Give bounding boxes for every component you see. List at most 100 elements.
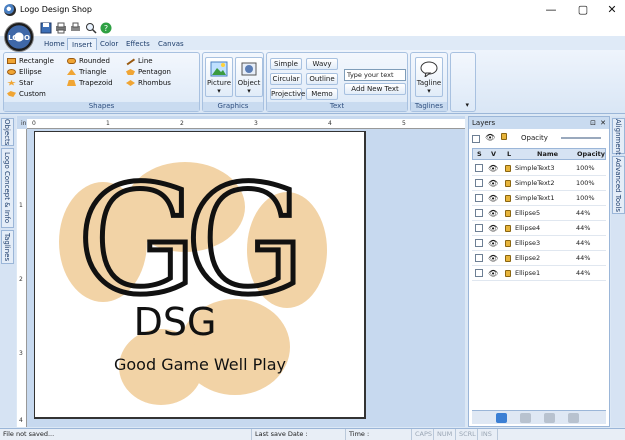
layer-select-checkbox[interactable]: [475, 269, 483, 277]
visibility-eye-icon[interactable]: 👁: [488, 266, 498, 281]
select-all-checkbox[interactable]: [472, 135, 480, 143]
memo-text-button[interactable]: Memo: [306, 88, 338, 100]
layers-title: Layers: [472, 119, 496, 127]
projective-text-button[interactable]: Projective: [270, 88, 305, 100]
table-row[interactable]: 👁 Ellipse1 44%: [472, 266, 606, 281]
visibility-eye-icon[interactable]: 👁: [488, 206, 498, 221]
zoom-icon[interactable]: [85, 22, 97, 34]
layer-opacity: 100%: [576, 179, 595, 187]
window-title: Logo Design Shop: [20, 5, 93, 14]
layer-lock-icon[interactable]: [505, 270, 511, 277]
side-tab-alignment[interactable]: Alignment: [612, 118, 625, 155]
visibility-eye-icon[interactable]: 👁: [488, 251, 498, 266]
layer-lock-icon[interactable]: [505, 240, 511, 247]
eye-icon[interactable]: 👁: [485, 133, 495, 142]
layer-name: SimpleText1: [515, 194, 555, 202]
logo-canvas[interactable]: GG DSG Good Game Well Play: [35, 132, 365, 418]
shape-pentagon[interactable]: Pentagon: [126, 67, 171, 77]
layer-name: SimpleText3: [515, 164, 555, 172]
layer-lock-icon[interactable]: [505, 180, 511, 187]
shape-rhombus[interactable]: Rhombus: [126, 78, 171, 88]
layer-lock-icon[interactable]: [505, 195, 511, 202]
shape-custom[interactable]: Custom: [7, 89, 46, 99]
visibility-eye-icon[interactable]: 👁: [488, 236, 498, 251]
visibility-eye-icon[interactable]: 👁: [488, 161, 498, 176]
layer-select-checkbox[interactable]: [475, 179, 483, 187]
table-row[interactable]: 👁 SimpleText1 100%: [472, 191, 606, 206]
tagline-text[interactable]: Good Game Well Play: [114, 355, 286, 374]
close-button[interactable]: ✕: [592, 0, 625, 20]
side-tab-logo-concept[interactable]: Logo Concept & Info: [1, 148, 14, 228]
line-icon: [125, 57, 136, 65]
shape-rectangle[interactable]: Rectangle: [7, 56, 54, 66]
add-new-text-button[interactable]: Add New Text: [344, 83, 406, 95]
shape-trapezoid[interactable]: Trapezoid: [67, 78, 113, 88]
rounded-rect-icon: [67, 58, 76, 64]
shape-ellipse[interactable]: Ellipse: [7, 67, 42, 77]
side-tab-objects[interactable]: Objects: [1, 118, 14, 146]
shape-rounded[interactable]: Rounded: [67, 56, 110, 66]
layer-name: Ellipse4: [515, 224, 541, 232]
layer-lock-icon[interactable]: [505, 255, 511, 262]
picture-button[interactable]: Picture ▾: [205, 57, 233, 97]
opacity-slider[interactable]: [561, 137, 601, 139]
object-button[interactable]: Object ▾: [235, 57, 263, 97]
layer-select-checkbox[interactable]: [475, 194, 483, 202]
remove-layer-icon[interactable]: [520, 413, 531, 423]
shape-triangle[interactable]: Triangle: [67, 67, 107, 77]
app-icon: [4, 4, 16, 16]
layer-lock-icon[interactable]: [505, 165, 511, 172]
layer-select-checkbox[interactable]: [475, 254, 483, 262]
ruler-tick: 0: [32, 120, 36, 127]
layer-select-checkbox[interactable]: [475, 164, 483, 172]
taglines-group: Tagline ▾ Taglines: [410, 52, 448, 112]
visibility-eye-icon[interactable]: 👁: [488, 191, 498, 206]
table-row[interactable]: 👁 Ellipse4 44%: [472, 221, 606, 236]
company-text[interactable]: DSG: [134, 300, 217, 344]
simple-text-button[interactable]: Simple: [270, 58, 302, 70]
visibility-eye-icon[interactable]: 👁: [488, 221, 498, 236]
ribbon-collapsed-group[interactable]: ▾: [450, 52, 476, 112]
move-up-icon[interactable]: [568, 413, 579, 423]
circular-text-button[interactable]: Circular: [270, 73, 302, 85]
shape-label: Line: [138, 57, 153, 65]
ruler-unit: in: [21, 120, 27, 127]
layer-select-checkbox[interactable]: [475, 224, 483, 232]
graphics-group: Picture ▾ Object ▾ Graphics: [202, 52, 264, 112]
outline-text-button[interactable]: Outline: [306, 73, 338, 85]
visibility-eye-icon[interactable]: 👁: [488, 176, 498, 191]
print-icon[interactable]: [55, 22, 67, 34]
right-side-tabs: Alignment Advanced Tools: [611, 116, 625, 427]
layer-lock-icon[interactable]: [505, 210, 511, 217]
wavy-text-button[interactable]: Wavy: [306, 58, 338, 70]
add-layer-icon[interactable]: [496, 413, 507, 423]
shape-label: Trapezoid: [79, 79, 113, 87]
side-tab-taglines[interactable]: Taglines: [1, 230, 14, 264]
table-row[interactable]: 👁 Ellipse5 44%: [472, 206, 606, 221]
layer-lock-icon[interactable]: [505, 225, 511, 232]
ruler-tick: 1: [106, 120, 110, 127]
layer-select-checkbox[interactable]: [475, 209, 483, 217]
app-badge-text: LOGO: [8, 34, 30, 42]
layer-select-checkbox[interactable]: [475, 239, 483, 247]
close-icon[interactable]: ✕: [600, 117, 606, 129]
design-page[interactable]: GG DSG Good Game Well Play: [34, 131, 366, 419]
shape-star[interactable]: Star: [7, 78, 33, 88]
lock-icon[interactable]: [501, 133, 507, 140]
print-preview-icon[interactable]: [70, 22, 82, 34]
triangle-icon: [67, 69, 76, 75]
tagline-button[interactable]: Tagline ▾: [415, 57, 443, 97]
save-icon[interactable]: [40, 22, 52, 34]
side-tab-advanced-tools[interactable]: Advanced Tools: [612, 156, 625, 214]
table-row[interactable]: 👁 Ellipse3 44%: [472, 236, 606, 251]
table-row[interactable]: 👁 SimpleText2 100%: [472, 176, 606, 191]
shape-line[interactable]: Line: [125, 56, 153, 66]
table-row[interactable]: 👁 Ellipse2 44%: [472, 251, 606, 266]
help-icon[interactable]: ?: [100, 22, 112, 34]
app-menu-button[interactable]: LOGO: [4, 22, 34, 52]
move-down-icon[interactable]: [544, 413, 555, 423]
table-row[interactable]: 👁 SimpleText3 100%: [472, 161, 606, 176]
ruler-tick: 4: [19, 417, 23, 424]
pin-icon[interactable]: ⊡: [590, 117, 596, 129]
text-input[interactable]: Type your text: [344, 69, 406, 81]
